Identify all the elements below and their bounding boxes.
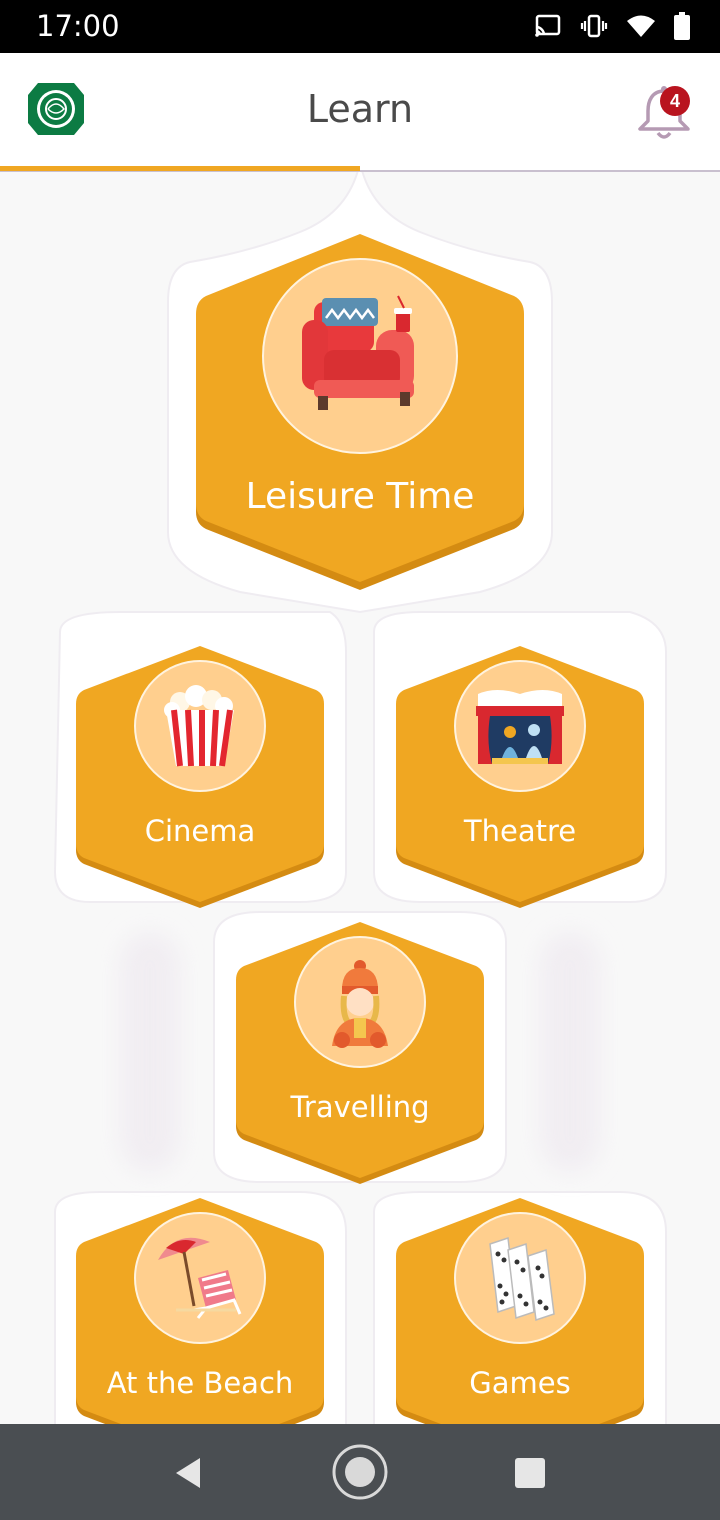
armchair-icon (302, 295, 414, 410)
page-title: Learn (306, 87, 414, 131)
traveller-icon (332, 960, 388, 1048)
topic-label: Travelling (290, 1090, 430, 1124)
wifi-icon (627, 15, 655, 37)
topic-image-circle (454, 660, 586, 792)
status-bar: 17:00 (0, 0, 720, 53)
notification-badge: 4 (660, 86, 690, 116)
app-header: Learn 4 (0, 53, 720, 171)
dominoes-icon (489, 1236, 555, 1322)
status-time: 17:00 (36, 9, 120, 43)
topic-image-circle (262, 258, 458, 454)
recents-button[interactable] (514, 1457, 546, 1489)
topic-label: At the Beach (106, 1366, 294, 1400)
cast-icon (535, 14, 561, 37)
topic-image-circle (134, 1212, 266, 1344)
topic-image-circle (454, 1212, 586, 1344)
topic-image-circle (294, 936, 426, 1068)
battery-icon (674, 12, 690, 40)
topic-card-at-the-beach[interactable]: At the Beach (76, 1198, 324, 1424)
topics-scroll-area[interactable]: Leisure Time Cinema Theatre Travelling A… (0, 172, 720, 1424)
topic-label: Cinema (144, 814, 256, 848)
topic-card-leisure-time[interactable]: Leisure Time (196, 234, 524, 590)
progress-bar (0, 166, 360, 171)
beach-chair-icon (158, 1237, 242, 1319)
vibrate-icon (580, 14, 608, 38)
popcorn-icon (164, 685, 234, 767)
theatre-stage-icon (476, 690, 564, 764)
back-button[interactable] (172, 1456, 204, 1490)
topic-card-travelling[interactable]: Travelling (236, 922, 484, 1184)
topic-label: Leisure Time (245, 476, 475, 517)
topic-label: Games (469, 1366, 571, 1400)
topic-card-games[interactable]: Games (396, 1198, 644, 1424)
topic-card-theatre[interactable]: Theatre (396, 646, 644, 908)
system-nav-bar (0, 1424, 720, 1520)
topic-label: Theatre (463, 814, 577, 848)
topic-image-circle (134, 660, 266, 792)
home-button[interactable] (330, 1442, 390, 1502)
topic-card-cinema[interactable]: Cinema (76, 646, 324, 908)
